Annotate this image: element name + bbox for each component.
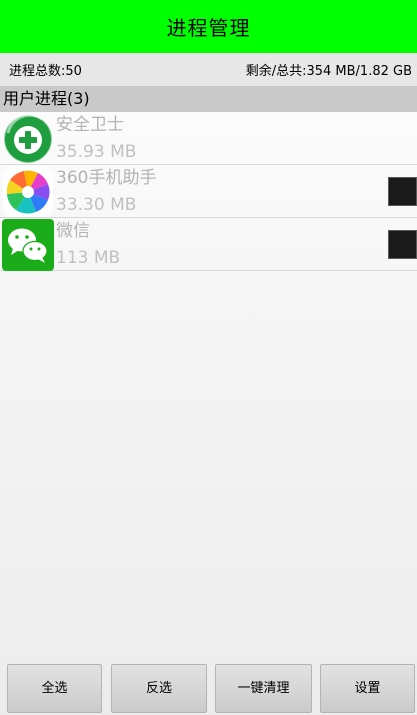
settings-button[interactable]: 设置 <box>320 664 415 713</box>
app-store-icon <box>3 167 53 217</box>
process-memory: 113 MB <box>56 248 121 268</box>
process-memory: 35.93 MB <box>56 142 137 162</box>
bottom-toolbar: 全选 反选 一键清理 设置 <box>0 662 417 715</box>
memory-usage: 剩余/总共:354 MB/1.82 GB <box>245 64 412 79</box>
stats-bar: 进程总数:50 剩余/总共:354 MB/1.82 GB <box>0 53 417 86</box>
shield-plus-icon <box>3 113 53 164</box>
process-row[interactable]: 微信 113 MB <box>0 218 417 271</box>
process-row[interactable]: 360手机助手 33.30 MB <box>0 165 417 218</box>
process-row[interactable]: 安全卫士 35.93 MB <box>0 112 417 165</box>
process-checkbox[interactable] <box>388 177 417 206</box>
wechat-icon <box>2 219 54 271</box>
process-list: 安全卫士 35.93 MB 360手机助手 33.30 MB 微信 113 MB <box>0 112 417 271</box>
process-checkbox[interactable] <box>388 230 417 259</box>
one-click-clean-button[interactable]: 一键清理 <box>215 664 312 713</box>
process-name: 微信 <box>56 221 90 241</box>
process-name: 360手机助手 <box>56 168 157 188</box>
title-bar: 进程管理 <box>0 0 417 53</box>
process-count: 进程总数:50 <box>9 64 82 79</box>
user-processes-header: 用户进程(3) <box>0 86 417 112</box>
invert-selection-button[interactable]: 反选 <box>111 664 207 713</box>
process-memory: 33.30 MB <box>56 195 137 215</box>
page-title: 进程管理 <box>166 16 251 40</box>
process-name: 安全卫士 <box>56 115 124 135</box>
select-all-button[interactable]: 全选 <box>7 664 102 713</box>
